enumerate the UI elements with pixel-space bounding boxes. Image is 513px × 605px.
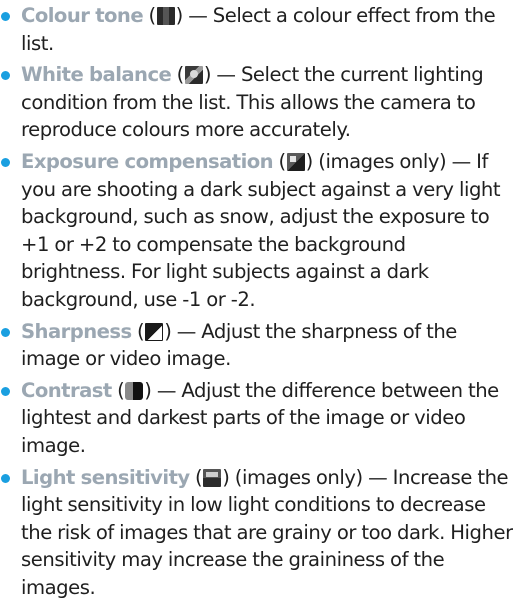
- document-page: Colour tone () — Select a colour effect …: [0, 0, 513, 599]
- term-light-sensitivity: Light sensitivity: [21, 465, 190, 489]
- list-item-contrast: Contrast () — Adjust the difference betw…: [0, 377, 513, 460]
- list-item-colour-tone: Colour tone () — Select a colour effect …: [0, 2, 513, 57]
- settings-list: Colour tone () — Select a colour effect …: [0, 2, 513, 605]
- term-contrast: Contrast: [21, 378, 112, 402]
- bullet-icon: [1, 157, 10, 167]
- list-item-exposure-compensation: Exposure compensation () (images only) —…: [0, 148, 513, 314]
- sharpness-icon: [145, 322, 164, 341]
- bullet-icon: [1, 12, 10, 21]
- exposure-compensation-icon: [286, 152, 305, 171]
- term-sharpness: Sharpness: [21, 319, 132, 343]
- bullet-icon: [1, 386, 10, 396]
- list-item-sharpness: Sharpness () — Adjust the sharpness of t…: [0, 318, 513, 373]
- bullet-icon: [1, 473, 10, 483]
- light-sensitivity-icon: [203, 468, 222, 487]
- note-exposure-compensation: (images only): [318, 149, 447, 173]
- colour-tone-icon: [156, 7, 175, 25]
- list-item-light-sensitivity: Light sensitivity () (images only) — Inc…: [0, 464, 513, 602]
- note-light-sensitivity: (images only): [234, 465, 363, 489]
- contrast-icon: [125, 381, 144, 400]
- bullet-icon: [1, 327, 10, 337]
- list-item-white-balance: White balance () — Select the current li…: [0, 61, 513, 144]
- white-balance-icon: [184, 66, 203, 85]
- bullet-icon: [1, 71, 10, 81]
- description-exposure-compensation: — If you are shooting a dark subject aga…: [21, 149, 501, 311]
- term-exposure-compensation: Exposure compensation: [21, 149, 274, 173]
- term-colour-tone: Colour tone: [21, 4, 144, 27]
- term-white-balance: White balance: [21, 63, 172, 87]
